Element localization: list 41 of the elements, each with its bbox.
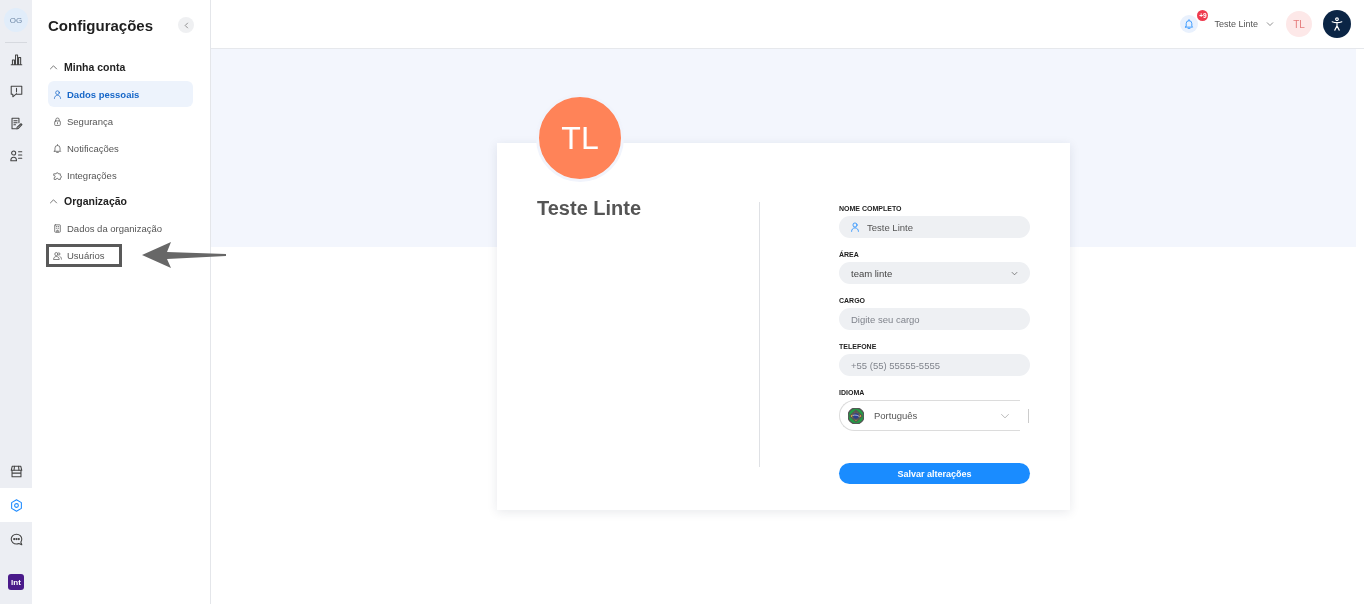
notification-button[interactable]	[1180, 15, 1199, 33]
chevron-down-icon	[1011, 269, 1018, 277]
store-icon	[9, 464, 23, 478]
accessibility-button[interactable]	[1323, 10, 1351, 38]
accessibility-icon	[1330, 17, 1344, 31]
input-field[interactable]: Teste Linte	[839, 216, 1030, 238]
users-icon	[53, 251, 62, 260]
bell-icon	[1184, 19, 1195, 29]
profile-name: Teste Linte	[537, 198, 642, 218]
message-alert-icon	[9, 84, 23, 98]
sidebar-item[interactable]: Dados pessoais	[48, 81, 193, 107]
section-toggle[interactable]: Organização	[48, 191, 128, 211]
chevron-down-icon	[1266, 20, 1274, 28]
bell-icon	[53, 143, 62, 153]
chat-icon	[9, 532, 23, 546]
profile-avatar: TL	[536, 94, 624, 182]
input-field[interactable]: +55 (55) 55555-5555	[839, 354, 1030, 376]
user-menu[interactable]: Teste Linte	[1214, 19, 1274, 29]
sidebar-item[interactable]: Notificações	[48, 135, 193, 161]
bar-chart-icon	[9, 52, 23, 66]
chevron-up-icon	[49, 196, 58, 206]
settings-icon	[9, 498, 23, 512]
sidebar-item[interactable]: Dados da organização	[48, 215, 193, 241]
person-icon	[850, 222, 860, 232]
document-edit-icon	[9, 116, 23, 130]
select-field[interactable]: team linte	[839, 262, 1030, 284]
section-toggle[interactable]: Minha conta	[48, 57, 126, 77]
lock-icon	[53, 116, 62, 126]
chevron-left-icon	[182, 21, 190, 29]
sidebar-item[interactable]: Segurança	[48, 108, 193, 134]
sidebar-item[interactable]: Integrações	[48, 162, 193, 188]
person-icon	[53, 89, 62, 99]
building-icon	[53, 223, 62, 233]
chevron-up-icon	[49, 62, 58, 72]
contact-list-icon	[9, 148, 23, 162]
input-field[interactable]: Digite seu cargo	[839, 308, 1030, 330]
puzzle-icon	[53, 170, 62, 180]
app-logo[interactable]: lnt	[8, 574, 24, 590]
page-title: Configurações	[48, 16, 153, 34]
brazil-flag-icon	[848, 407, 864, 424]
sidebar-item[interactable]: Usuários	[46, 244, 122, 267]
